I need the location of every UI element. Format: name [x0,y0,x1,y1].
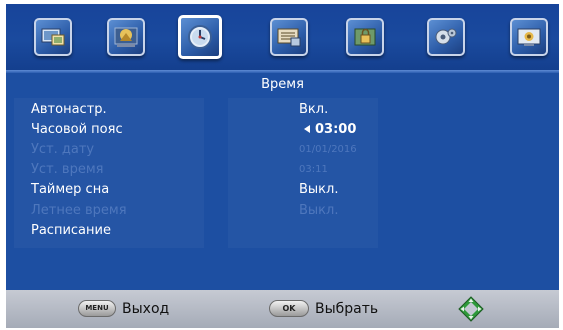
time-zone-value-text: 03:00 [315,122,357,137]
tab-lock[interactable] [346,18,384,56]
lock-settings-icon [354,28,376,46]
category-bar [6,4,559,70]
menu-item-set-date: Уст. дату [31,142,95,157]
tab-sound[interactable] [107,18,145,56]
arrow-left-icon[interactable] [304,124,310,133]
exit-label: Выход [122,301,170,317]
sound-settings-icon [114,27,138,47]
time-settings-icon [188,25,212,49]
menu-value-daylight-saving: Выкл. [299,203,339,218]
menu-item-daylight-saving: Летнее время [31,203,127,218]
picture-settings-icon [41,28,65,46]
menu-item-time-zone[interactable]: Часовой пояс [31,121,123,139]
dpad-navigate-icon [458,296,484,322]
menu-key-button[interactable]: MENU [78,300,116,317]
menu-item-schedule[interactable]: Расписание [31,222,111,240]
tab-setup[interactable] [427,18,465,56]
menu-value-set-time: 03:11 [299,164,328,175]
menu-value-sleep-timer: Выкл. [299,182,339,197]
setup-icon [435,28,457,45]
menu-item-sleep-timer[interactable]: Таймер сна [31,181,109,199]
page-title: Время [261,77,304,92]
ok-key-button[interactable]: OK [269,300,309,317]
menu-item-auto-sync[interactable]: Автонастр. [31,101,107,119]
tab-options[interactable] [270,18,308,56]
channel-settings-icon [517,28,541,46]
menu-value-time-zone[interactable]: 03:00 [304,121,356,139]
tv-menu-screen: Время Автонастр. Вкл. Часовой пояс 03:00… [6,4,559,328]
menu-value-auto-sync: Вкл. [299,102,329,117]
tab-picture[interactable] [34,18,72,56]
footer-help-bar: MENU Выход OK Выбрать [6,290,559,328]
options-icon [277,28,301,47]
tab-channel[interactable] [510,18,548,56]
menu-item-set-time: Уст. время [31,162,104,177]
select-label: Выбрать [315,301,379,317]
menu-value-set-date: 01/01/2016 [299,144,357,155]
header-divider [6,70,559,73]
tab-time[interactable] [178,15,222,59]
